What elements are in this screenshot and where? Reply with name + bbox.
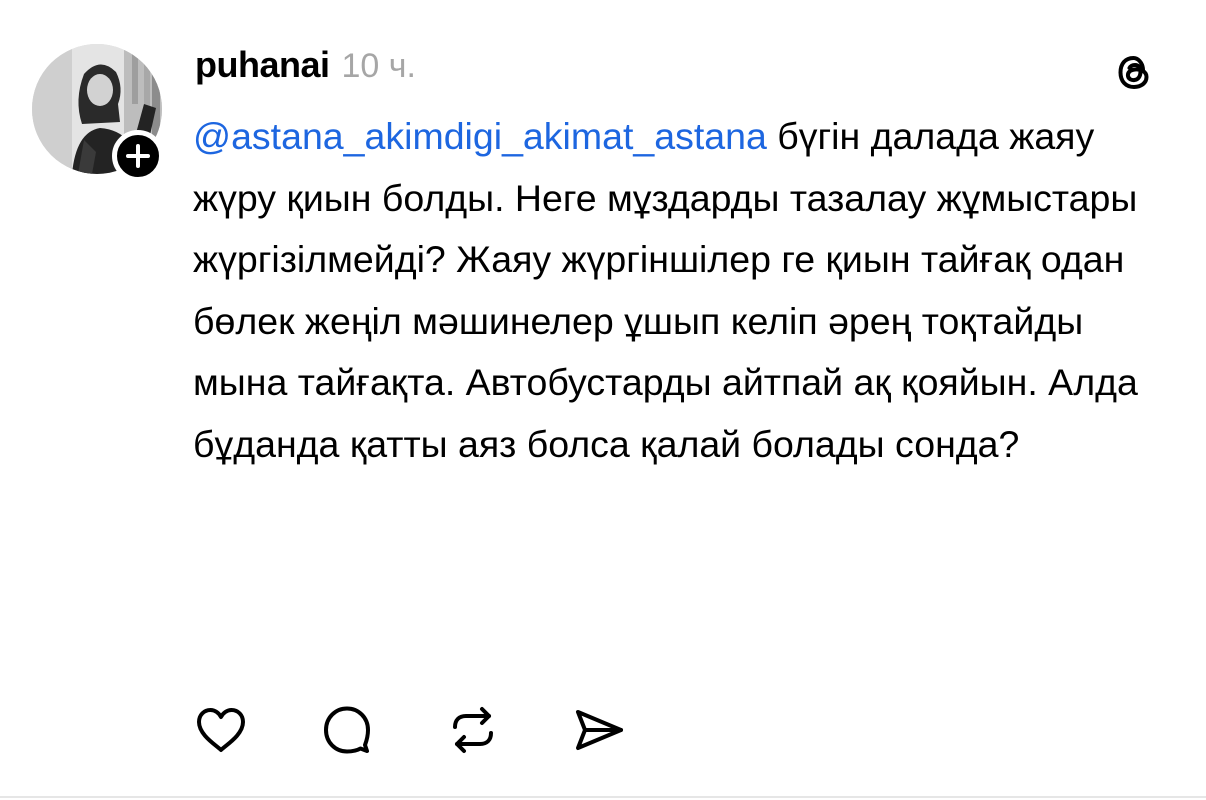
plus-icon [126, 144, 150, 168]
mention-link[interactable]: @astana_akimdigi_akimat_astana [193, 115, 767, 157]
action-bar [193, 702, 627, 758]
post-body: @astana_akimdigi_akimat_astana бүгін дал… [193, 106, 1153, 475]
like-button[interactable] [193, 702, 249, 758]
avatar-container [32, 44, 164, 182]
reply-button[interactable] [319, 702, 375, 758]
username[interactable]: puhanai [195, 44, 330, 86]
repost-icon [453, 707, 493, 753]
heart-icon [197, 708, 245, 752]
share-button[interactable] [571, 702, 627, 758]
repost-button[interactable] [445, 702, 501, 758]
threads-logo-icon[interactable] [1110, 48, 1158, 96]
divider [0, 796, 1206, 798]
send-icon [576, 710, 623, 750]
follow-button[interactable] [112, 130, 164, 182]
comment-bubble-icon [324, 706, 370, 754]
thread-post: puhanai 10 ч. @astana_akimdigi_akimat_as… [0, 0, 1206, 798]
post-text: бүгін далада жаяу жүру қиын болды. Неге … [193, 115, 1138, 465]
post-header: puhanai 10 ч. [195, 44, 416, 90]
timestamp: 10 ч. [341, 47, 416, 85]
